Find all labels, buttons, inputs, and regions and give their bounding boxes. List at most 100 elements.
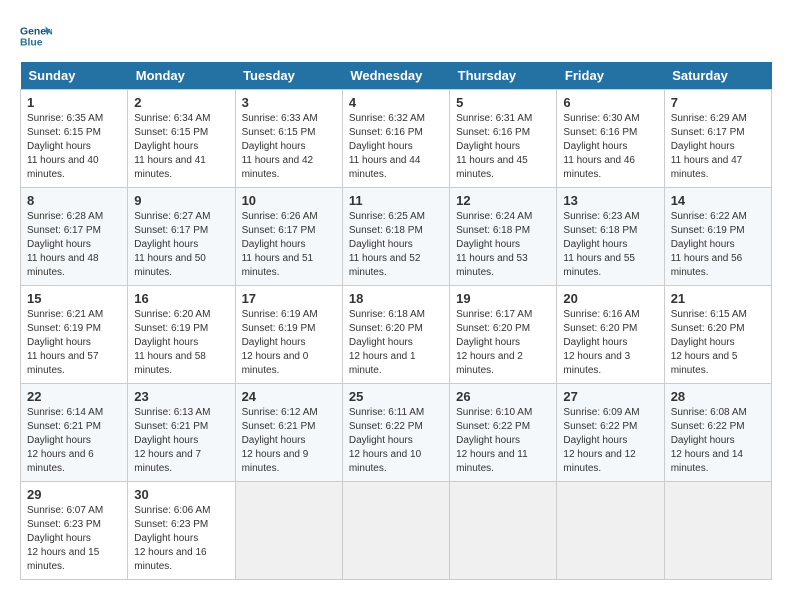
day-info: Sunrise: 6:32 AM Sunset: 6:16 PM Dayligh… <box>349 112 443 182</box>
day-cell: 24 Sunrise: 6:12 AM Sunset: 6:21 PM Dayl… <box>235 384 342 482</box>
day-cell: 6 Sunrise: 6:30 AM Sunset: 6:16 PM Dayli… <box>557 90 664 188</box>
day-cell: 21 Sunrise: 6:15 AM Sunset: 6:20 PM Dayl… <box>664 286 771 384</box>
day-number: 25 <box>349 389 443 404</box>
col-header-saturday: Saturday <box>664 62 771 90</box>
day-number: 1 <box>27 95 121 110</box>
day-info: Sunrise: 6:14 AM Sunset: 6:21 PM Dayligh… <box>27 406 121 476</box>
week-row-1: 1 Sunrise: 6:35 AM Sunset: 6:15 PM Dayli… <box>21 90 772 188</box>
day-info: Sunrise: 6:18 AM Sunset: 6:20 PM Dayligh… <box>349 308 443 378</box>
day-cell: 26 Sunrise: 6:10 AM Sunset: 6:22 PM Dayl… <box>450 384 557 482</box>
day-info: Sunrise: 6:22 AM Sunset: 6:19 PM Dayligh… <box>671 210 765 280</box>
day-number: 6 <box>563 95 657 110</box>
logo-icon: General Blue <box>20 20 52 52</box>
day-info: Sunrise: 6:23 AM Sunset: 6:18 PM Dayligh… <box>563 210 657 280</box>
day-cell: 30 Sunrise: 6:06 AM Sunset: 6:23 PM Dayl… <box>128 482 235 580</box>
logo: General Blue <box>20 20 52 52</box>
day-number: 8 <box>27 193 121 208</box>
day-cell: 12 Sunrise: 6:24 AM Sunset: 6:18 PM Dayl… <box>450 188 557 286</box>
day-number: 7 <box>671 95 765 110</box>
day-info: Sunrise: 6:31 AM Sunset: 6:16 PM Dayligh… <box>456 112 550 182</box>
day-number: 5 <box>456 95 550 110</box>
day-cell: 23 Sunrise: 6:13 AM Sunset: 6:21 PM Dayl… <box>128 384 235 482</box>
day-info: Sunrise: 6:17 AM Sunset: 6:20 PM Dayligh… <box>456 308 550 378</box>
day-cell: 5 Sunrise: 6:31 AM Sunset: 6:16 PM Dayli… <box>450 90 557 188</box>
day-number: 9 <box>134 193 228 208</box>
day-number: 20 <box>563 291 657 306</box>
day-cell: 17 Sunrise: 6:19 AM Sunset: 6:19 PM Dayl… <box>235 286 342 384</box>
week-row-3: 15 Sunrise: 6:21 AM Sunset: 6:19 PM Dayl… <box>21 286 772 384</box>
day-number: 27 <box>563 389 657 404</box>
day-info: Sunrise: 6:16 AM Sunset: 6:20 PM Dayligh… <box>563 308 657 378</box>
day-number: 15 <box>27 291 121 306</box>
day-number: 11 <box>349 193 443 208</box>
col-header-sunday: Sunday <box>21 62 128 90</box>
day-cell: 27 Sunrise: 6:09 AM Sunset: 6:22 PM Dayl… <box>557 384 664 482</box>
day-number: 3 <box>242 95 336 110</box>
day-cell: 22 Sunrise: 6:14 AM Sunset: 6:21 PM Dayl… <box>21 384 128 482</box>
day-cell: 9 Sunrise: 6:27 AM Sunset: 6:17 PM Dayli… <box>128 188 235 286</box>
day-info: Sunrise: 6:33 AM Sunset: 6:15 PM Dayligh… <box>242 112 336 182</box>
day-info: Sunrise: 6:20 AM Sunset: 6:19 PM Dayligh… <box>134 308 228 378</box>
day-info: Sunrise: 6:09 AM Sunset: 6:22 PM Dayligh… <box>563 406 657 476</box>
day-cell <box>557 482 664 580</box>
day-number: 12 <box>456 193 550 208</box>
day-info: Sunrise: 6:12 AM Sunset: 6:21 PM Dayligh… <box>242 406 336 476</box>
day-info: Sunrise: 6:19 AM Sunset: 6:19 PM Dayligh… <box>242 308 336 378</box>
day-number: 16 <box>134 291 228 306</box>
day-info: Sunrise: 6:11 AM Sunset: 6:22 PM Dayligh… <box>349 406 443 476</box>
day-info: Sunrise: 6:27 AM Sunset: 6:17 PM Dayligh… <box>134 210 228 280</box>
day-cell: 15 Sunrise: 6:21 AM Sunset: 6:19 PM Dayl… <box>21 286 128 384</box>
day-info: Sunrise: 6:13 AM Sunset: 6:21 PM Dayligh… <box>134 406 228 476</box>
day-cell: 28 Sunrise: 6:08 AM Sunset: 6:22 PM Dayl… <box>664 384 771 482</box>
day-cell <box>235 482 342 580</box>
day-cell: 3 Sunrise: 6:33 AM Sunset: 6:15 PM Dayli… <box>235 90 342 188</box>
col-header-wednesday: Wednesday <box>342 62 449 90</box>
week-row-4: 22 Sunrise: 6:14 AM Sunset: 6:21 PM Dayl… <box>21 384 772 482</box>
day-number: 2 <box>134 95 228 110</box>
day-cell <box>664 482 771 580</box>
day-info: Sunrise: 6:10 AM Sunset: 6:22 PM Dayligh… <box>456 406 550 476</box>
day-number: 22 <box>27 389 121 404</box>
day-number: 17 <box>242 291 336 306</box>
day-number: 4 <box>349 95 443 110</box>
day-cell: 20 Sunrise: 6:16 AM Sunset: 6:20 PM Dayl… <box>557 286 664 384</box>
day-info: Sunrise: 6:34 AM Sunset: 6:15 PM Dayligh… <box>134 112 228 182</box>
day-cell: 13 Sunrise: 6:23 AM Sunset: 6:18 PM Dayl… <box>557 188 664 286</box>
day-cell: 2 Sunrise: 6:34 AM Sunset: 6:15 PM Dayli… <box>128 90 235 188</box>
col-header-thursday: Thursday <box>450 62 557 90</box>
day-number: 24 <box>242 389 336 404</box>
day-number: 23 <box>134 389 228 404</box>
day-number: 21 <box>671 291 765 306</box>
day-info: Sunrise: 6:08 AM Sunset: 6:22 PM Dayligh… <box>671 406 765 476</box>
day-info: Sunrise: 6:26 AM Sunset: 6:17 PM Dayligh… <box>242 210 336 280</box>
week-row-2: 8 Sunrise: 6:28 AM Sunset: 6:17 PM Dayli… <box>21 188 772 286</box>
day-cell: 4 Sunrise: 6:32 AM Sunset: 6:16 PM Dayli… <box>342 90 449 188</box>
day-number: 28 <box>671 389 765 404</box>
svg-text:Blue: Blue <box>20 38 43 49</box>
day-info: Sunrise: 6:30 AM Sunset: 6:16 PM Dayligh… <box>563 112 657 182</box>
day-cell: 10 Sunrise: 6:26 AM Sunset: 6:17 PM Dayl… <box>235 188 342 286</box>
day-info: Sunrise: 6:07 AM Sunset: 6:23 PM Dayligh… <box>27 504 121 574</box>
day-number: 10 <box>242 193 336 208</box>
day-info: Sunrise: 6:24 AM Sunset: 6:18 PM Dayligh… <box>456 210 550 280</box>
day-cell: 1 Sunrise: 6:35 AM Sunset: 6:15 PM Dayli… <box>21 90 128 188</box>
day-cell: 8 Sunrise: 6:28 AM Sunset: 6:17 PM Dayli… <box>21 188 128 286</box>
day-cell: 14 Sunrise: 6:22 AM Sunset: 6:19 PM Dayl… <box>664 188 771 286</box>
day-info: Sunrise: 6:15 AM Sunset: 6:20 PM Dayligh… <box>671 308 765 378</box>
day-number: 30 <box>134 487 228 502</box>
day-cell: 11 Sunrise: 6:25 AM Sunset: 6:18 PM Dayl… <box>342 188 449 286</box>
day-info: Sunrise: 6:25 AM Sunset: 6:18 PM Dayligh… <box>349 210 443 280</box>
col-header-friday: Friday <box>557 62 664 90</box>
day-info: Sunrise: 6:29 AM Sunset: 6:17 PM Dayligh… <box>671 112 765 182</box>
day-number: 29 <box>27 487 121 502</box>
week-row-5: 29 Sunrise: 6:07 AM Sunset: 6:23 PM Dayl… <box>21 482 772 580</box>
day-number: 18 <box>349 291 443 306</box>
col-header-monday: Monday <box>128 62 235 90</box>
day-cell: 16 Sunrise: 6:20 AM Sunset: 6:19 PM Dayl… <box>128 286 235 384</box>
col-header-tuesday: Tuesday <box>235 62 342 90</box>
day-cell: 18 Sunrise: 6:18 AM Sunset: 6:20 PM Dayl… <box>342 286 449 384</box>
day-cell: 25 Sunrise: 6:11 AM Sunset: 6:22 PM Dayl… <box>342 384 449 482</box>
day-cell: 19 Sunrise: 6:17 AM Sunset: 6:20 PM Dayl… <box>450 286 557 384</box>
day-number: 14 <box>671 193 765 208</box>
day-info: Sunrise: 6:21 AM Sunset: 6:19 PM Dayligh… <box>27 308 121 378</box>
